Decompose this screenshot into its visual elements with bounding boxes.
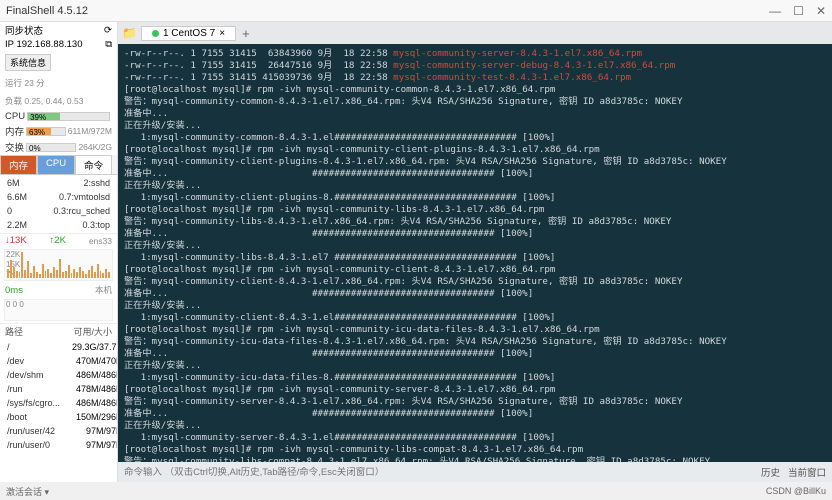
tab-label: 1 CentOS 7	[163, 28, 215, 39]
content-area: 📁 1 CentOS 7 × + -rw-r--r--. 1 7155 3141…	[118, 22, 832, 482]
net-chart: 22K15K7K	[4, 249, 113, 281]
disk-row[interactable]: /dev/shm486M/486M	[2, 369, 118, 381]
window-controls: — ☐ ✕	[769, 4, 826, 18]
net-interface: ens33	[89, 236, 112, 246]
app-title: FinalShell 4.5.12	[6, 5, 88, 17]
avail-header: 可用/大小	[73, 325, 112, 338]
sync-icon[interactable]: ⟳	[104, 25, 112, 36]
uptime: 运行 23 分	[0, 74, 117, 92]
host-label: 本机	[95, 284, 112, 296]
current-window-button[interactable]: 当前窗口	[788, 465, 826, 479]
disk-row[interactable]: /dev470M/470M	[2, 355, 118, 367]
sidebar: 同步状态 ⟳ IP 192.168.88.130 ⧉ 系统信息 运行 23 分 负载…	[0, 22, 118, 482]
session-tabs: 📁 1 CentOS 7 × +	[118, 22, 832, 44]
ping-value: 0ms	[5, 285, 23, 296]
tab-cmd[interactable]: 命令	[75, 155, 112, 174]
watermark: CSDN @BillKu	[766, 486, 826, 496]
proc-tabs: 内存 CPU 命令	[0, 155, 117, 175]
cpu-pct: 39%	[30, 113, 46, 122]
cpu-label: CPU	[5, 111, 25, 122]
ip-address: IP 192.168.88.130	[5, 39, 82, 50]
swap-pct: 0%	[29, 144, 41, 153]
swap-label: 交换	[5, 140, 24, 154]
swap-bar: 0%	[26, 143, 76, 152]
disk-row[interactable]: /sys/fs/cgro...486M/486M	[2, 397, 118, 409]
process-table: 6M2:sshd 6.6M0.7:vmtoolsd 00.3:rcu_sched 2.…	[0, 175, 117, 233]
statusbar: 激活会话 ▾ CSDN @BillKu	[0, 482, 832, 500]
load-avg: 负载 0.25, 0.44, 0.53	[0, 92, 117, 110]
disk-row[interactable]: /boot150M/296M	[2, 411, 118, 423]
disk-row[interactable]: /run/user/4297M/97M	[2, 425, 118, 437]
history-button[interactable]: 历史	[761, 465, 780, 479]
maximize-icon[interactable]: ☐	[793, 4, 804, 18]
path-header: 路径	[5, 325, 23, 338]
terminal[interactable]: -rw-r--r--. 1 7155 31415 63843960 9月 18 …	[118, 44, 832, 462]
copy-icon[interactable]: ⧉	[105, 39, 112, 50]
process-row[interactable]: 6.6M0.7:vmtoolsd	[2, 191, 115, 203]
tab-close-icon[interactable]: ×	[219, 28, 225, 39]
cpu-bar: 39%	[27, 112, 110, 121]
disk-row[interactable]: /29.3G/37.7G	[2, 341, 118, 353]
command-input[interactable]	[124, 467, 761, 478]
mem-val: 611M/972M	[68, 126, 112, 136]
mem-bar: 63%	[26, 127, 66, 136]
tab-cpu[interactable]: CPU	[37, 155, 75, 174]
disk-row[interactable]: /run/user/097M/97M	[2, 439, 118, 451]
sysinfo-button[interactable]: 系统信息	[5, 54, 51, 71]
mem-pct: 63%	[29, 128, 45, 137]
process-row[interactable]: 00.3:rcu_sched	[2, 205, 115, 217]
folder-icon[interactable]: 📁	[122, 26, 137, 40]
ping-chart: 0 0 0	[4, 299, 113, 321]
new-tab-icon[interactable]: +	[242, 26, 250, 41]
mem-label: 内存	[5, 124, 24, 138]
tab-mem[interactable]: 内存	[0, 155, 37, 174]
net-down: ↓13K	[5, 235, 27, 246]
command-bar: 历史 当前窗口	[118, 462, 832, 482]
close-icon[interactable]: ✕	[816, 4, 826, 18]
minimize-icon[interactable]: —	[769, 4, 781, 18]
sync-status-label: 同步状态	[5, 23, 43, 37]
tab-centos[interactable]: 1 CentOS 7 ×	[141, 26, 236, 41]
activate-session[interactable]: 激活会话 ▾	[6, 485, 49, 498]
disk-table: /29.3G/37.7G/dev470M/470M/dev/shm486M/48…	[0, 339, 118, 453]
status-dot-icon	[152, 30, 159, 37]
swap-val: 264K/2G	[78, 142, 112, 152]
process-row[interactable]: 6M2:sshd	[2, 177, 115, 189]
disk-row[interactable]: /run478M/486M	[2, 383, 118, 395]
net-up: ↑2K	[50, 235, 66, 246]
titlebar: FinalShell 4.5.12 — ☐ ✕	[0, 0, 832, 22]
process-row[interactable]: 2.2M0.3:top	[2, 219, 115, 231]
